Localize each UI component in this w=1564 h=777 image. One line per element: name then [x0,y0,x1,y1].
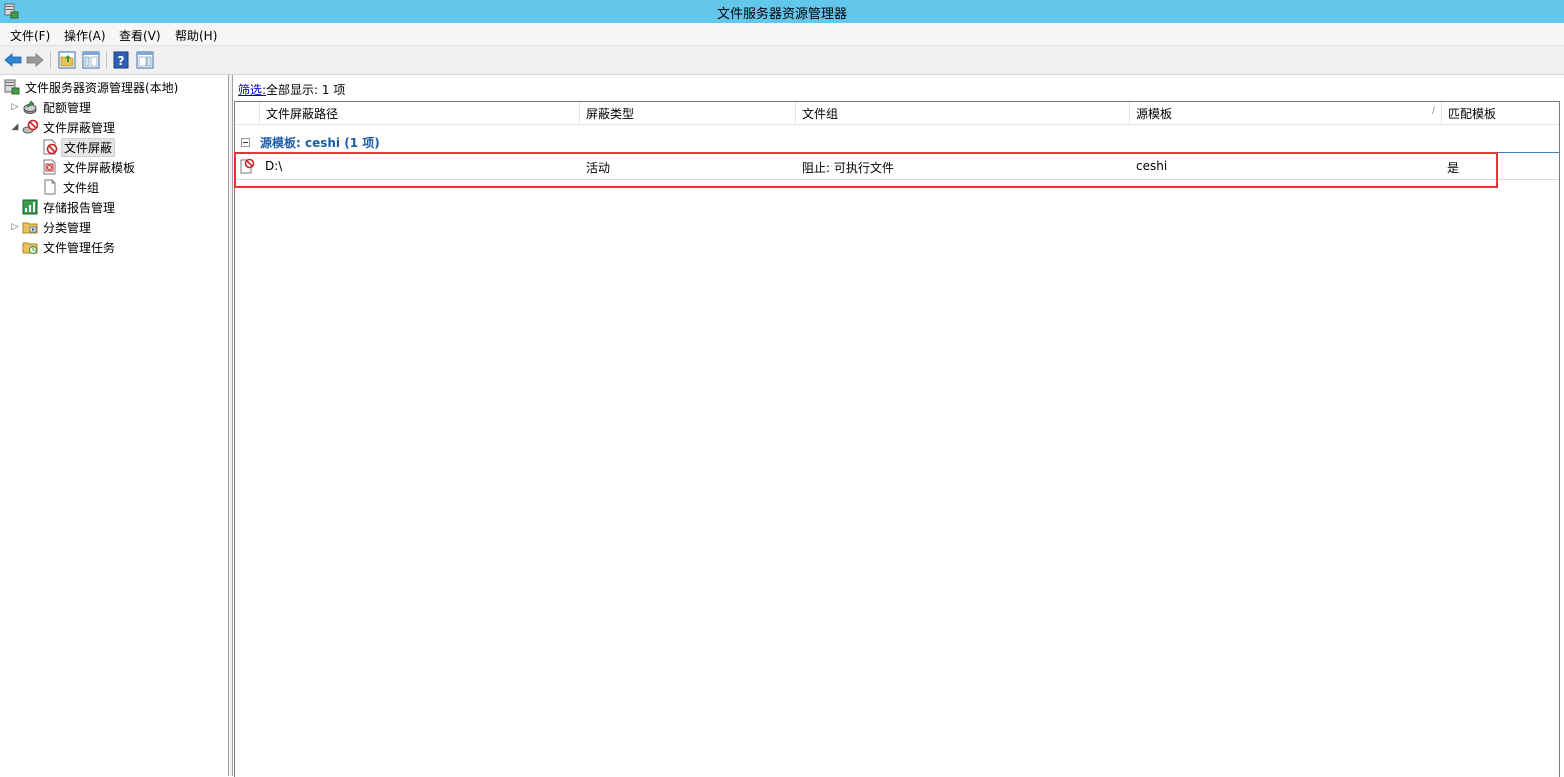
column-header-file-group[interactable]: 文件组 [795,102,1129,124]
group-collapse-icon[interactable] [241,137,250,147]
column-header-screen-type[interactable]: 屏蔽类型 [579,102,795,124]
column-header-path[interactable]: 文件屏蔽路径 [259,102,579,124]
group-header[interactable]: 源模板: ceshi (1 项) [235,132,1559,153]
column-header-source-template[interactable]: 源模板 ∕ [1129,102,1441,124]
tree-item-file-screens[interactable]: 文件屏蔽 [42,137,116,157]
tree-item-label: 分类管理 [43,220,92,235]
tree-item-label: 文件屏蔽管理 [43,120,116,135]
file-screen-template-icon [43,159,56,175]
back-arrow-icon [4,53,22,67]
toolbar: ? [0,46,1564,75]
tree-item-label: 存储报告管理 [43,200,116,215]
column-header-icon[interactable] [235,102,259,124]
tree-item-storage-reports[interactable]: 存储报告管理 [22,198,117,216]
window-title: 文件服务器资源管理器 [716,7,847,22]
cell-source-template: ceshi [1136,159,1168,173]
expand-arrow-icon[interactable]: ▷ [10,222,20,232]
action-pane-icon [136,51,154,69]
forward-button[interactable] [25,50,45,70]
help-icon: ? [113,51,129,69]
cell-screen-type: 活动 [586,161,611,175]
tree-item-label: 文件管理任务 [43,240,116,255]
cell-path: D:\ [265,159,283,173]
tree-item-file-management-tasks[interactable]: 文件管理任务 [22,238,117,256]
cell-matches-template: 是 [1447,161,1460,175]
file-management-task-icon [22,242,38,254]
group-title: 源模板: ceshi (1 项) [260,135,380,150]
file-screen-icon [43,139,58,155]
up-one-level-button[interactable] [57,50,77,70]
file-screen-management-icon [22,119,38,134]
quota-icon [23,100,37,114]
classification-icon [22,222,38,234]
table-row[interactable]: D:\ 活动 阻止: 可执行文件 ceshi 是 [235,154,1559,180]
help-button[interactable]: ? [111,50,131,70]
column-header-label: 匹配模板 [1448,106,1497,121]
toolbar-separator [50,51,51,69]
menu-bar: 文件(F) 操作(A) 查看(V) 帮助(H) [0,23,1564,46]
column-header-row: 文件屏蔽路径 屏蔽类型 文件组 源模板 ∕ 匹配模板 [235,102,1559,125]
up-folder-icon [58,51,76,69]
console-tree[interactable]: 文件服务器资源管理器(本地) ▷ 配额管理 ◢ 文件屏蔽管理 文件屏蔽 文件屏蔽… [0,75,229,776]
tree-root[interactable]: 文件服务器资源管理器(本地) [4,78,180,96]
file-server-icon [4,79,20,95]
results-pane: 筛选: 全部显示: 1 项 文件屏蔽路径 屏蔽类型 文件组 源模板 ∕ 匹配模板 [232,75,1564,777]
collapse-arrow-icon[interactable]: ◢ [10,122,20,132]
column-header-label: 文件屏蔽路径 [266,106,339,121]
tree-item-file-screen-templates[interactable]: 文件屏蔽模板 [42,158,137,176]
file-screen-icon [240,158,255,174]
show-hide-action-pane-button[interactable] [135,50,155,70]
tree-item-label: 文件屏蔽模板 [63,160,136,175]
menu-view[interactable]: 查看(V) [119,27,161,44]
filter-link[interactable]: 筛选: [238,81,266,98]
tree-item-label: 文件屏蔽 [61,137,116,157]
tree-item-file-screening-management[interactable]: ◢ 文件屏蔽管理 [10,118,117,136]
cell-file-group: 阻止: 可执行文件 [802,161,894,175]
file-screen-list[interactable]: 文件屏蔽路径 屏蔽类型 文件组 源模板 ∕ 匹配模板 源模板: ceshi (1… [234,101,1560,777]
tree-item-classification-management[interactable]: ▷ 分类管理 [10,218,93,236]
sort-indicator-icon: ∕ [1431,106,1435,116]
back-button[interactable] [3,50,23,70]
title-bar: 文件服务器资源管理器 [0,0,1564,23]
column-header-label: 文件组 [802,106,839,121]
tree-item-quota-management[interactable]: ▷ 配额管理 [10,98,93,116]
column-header-matches-template[interactable]: 匹配模板 [1441,102,1559,124]
menu-file[interactable]: 文件(F) [10,27,50,44]
forward-arrow-icon [26,53,44,67]
filter-status: 全部显示: 1 项 [266,82,346,97]
menu-help[interactable]: 帮助(H) [175,27,217,44]
column-header-label: 屏蔽类型 [586,106,635,121]
toolbar-separator [106,51,107,69]
storage-report-icon [22,199,38,215]
tree-item-label: 配额管理 [43,100,92,115]
tree-item-file-groups[interactable]: 文件组 [42,178,101,196]
expand-arrow-icon[interactable]: ▷ [10,102,20,112]
show-hide-console-tree-button[interactable] [81,50,101,70]
tree-item-label: 文件组 [63,180,100,195]
menu-action[interactable]: 操作(A) [64,27,106,44]
file-group-icon [44,179,56,195]
svg-text:?: ? [118,54,125,68]
filter-bar: 筛选: 全部显示: 1 项 [233,78,1558,100]
tree-root-label: 文件服务器资源管理器(本地) [25,80,179,95]
show-hide-tree-icon [82,51,100,69]
column-header-label: 源模板 [1136,106,1173,121]
